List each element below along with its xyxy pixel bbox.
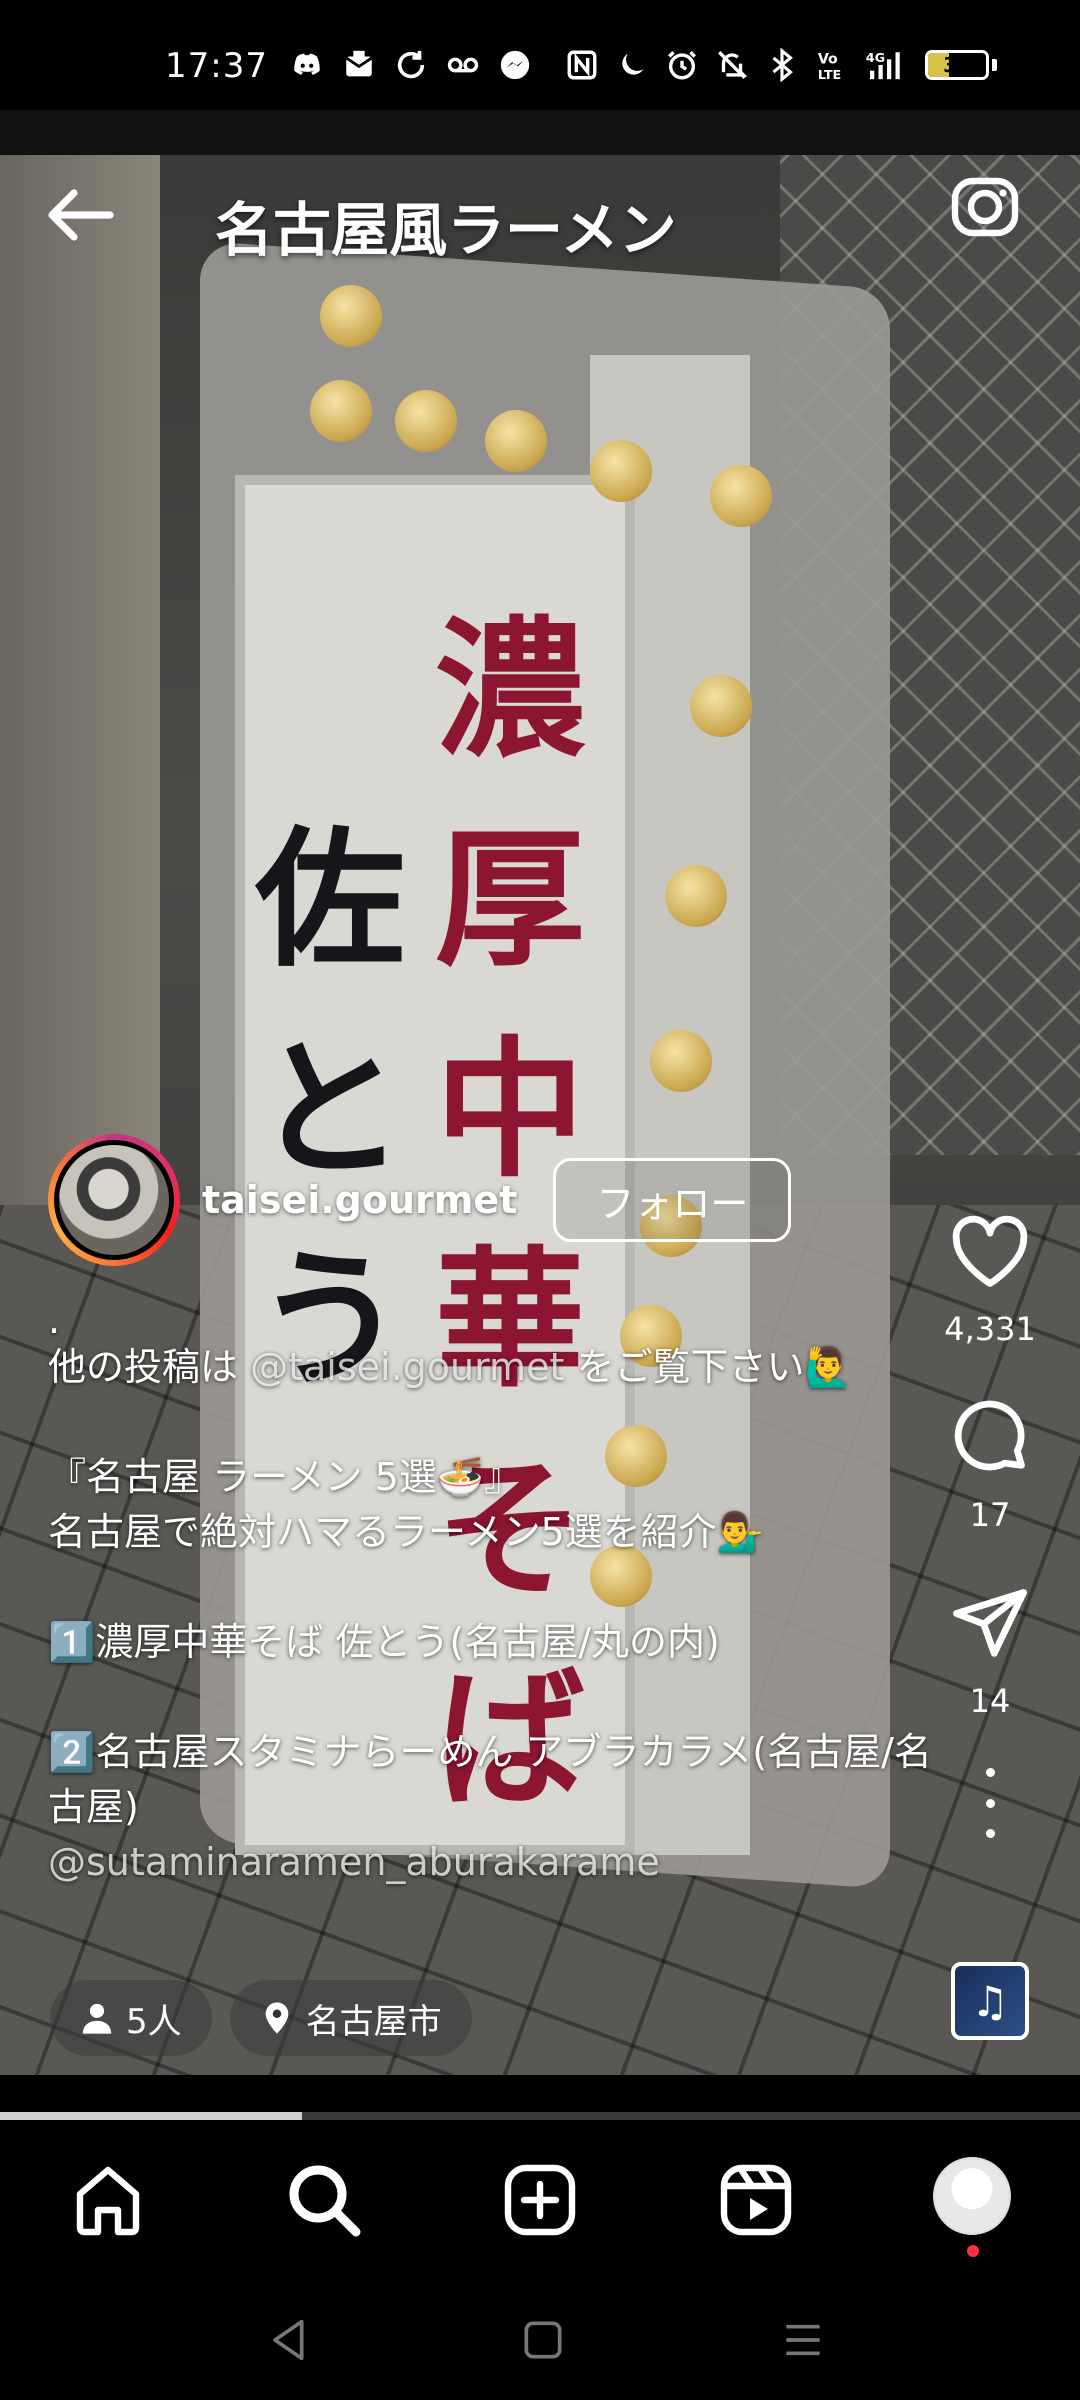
- author-avatar[interactable]: [48, 1134, 180, 1266]
- caption-text: をご覧下さい🙋‍♂️: [564, 1345, 852, 1389]
- notification-icons: [290, 48, 532, 82]
- follow-button[interactable]: フォロー: [553, 1158, 792, 1242]
- header: 名古屋風ラーメン: [0, 155, 1080, 285]
- like-count[interactable]: 4,331: [944, 1310, 1036, 1348]
- tagged-people-chip[interactable]: 5人: [50, 1980, 212, 2056]
- caption-line: 『名古屋 ラーメン 5選🍜』: [48, 1455, 523, 1499]
- search-icon[interactable]: [284, 2160, 364, 2240]
- caption-mention[interactable]: @sutaminaramen_aburakarame: [48, 1835, 948, 1890]
- bluetooth-icon: [772, 48, 793, 82]
- battery-level-text: 36: [943, 53, 971, 77]
- more-options-icon[interactable]: [980, 1768, 1000, 1838]
- home-square-icon[interactable]: [518, 2315, 568, 2365]
- messenger-icon: [500, 50, 530, 80]
- recents-menu-icon[interactable]: [778, 2315, 828, 2365]
- author-row: taisei.gourmet フォロー: [48, 1134, 792, 1266]
- status-time: 17:37: [165, 46, 268, 86]
- caption-line: 名古屋で絶対ハマるラーメン5選を紹介💁‍♂️: [48, 1510, 764, 1554]
- comment-icon[interactable]: [948, 1396, 1032, 1480]
- caption-mention[interactable]: @taisei.gourmet: [250, 1345, 564, 1389]
- home-icon[interactable]: [68, 2160, 148, 2240]
- svg-text:Vo: Vo: [818, 52, 838, 68]
- moon-icon: [622, 53, 644, 75]
- sign-bulb: [310, 380, 372, 442]
- post-tags: 5人 名古屋市: [50, 1980, 472, 2056]
- comment-count[interactable]: 17: [970, 1496, 1011, 1534]
- sign-bulb: [395, 390, 457, 452]
- camera-icon[interactable]: [945, 165, 1025, 245]
- notification-dot: [967, 2245, 979, 2257]
- location-name: 名古屋市: [305, 2001, 442, 2042]
- 4g-signal-icon: 4G: [866, 51, 900, 80]
- action-column: 4,331 17 14: [944, 1210, 1036, 1838]
- author-username[interactable]: taisei.gourmet: [202, 1178, 517, 1222]
- video-progress-fill: [0, 2112, 303, 2120]
- share-icon[interactable]: [948, 1582, 1032, 1666]
- location-chip[interactable]: 名古屋市: [229, 1980, 472, 2056]
- post-caption[interactable]: . 他の投稿は @taisei.gourmet をご覧下さい🙋‍♂️ 『名古屋 …: [48, 1300, 948, 1890]
- caption-text: 他の投稿は: [48, 1345, 251, 1389]
- reels-icon[interactable]: [716, 2160, 796, 2240]
- sign-bulb: [320, 285, 382, 347]
- caption-line: 他の投稿は @taisei.gourmet をご覧下さい🙋‍♂️: [48, 1340, 948, 1395]
- sign-bulb: [690, 675, 752, 737]
- caption-line: 1️⃣濃厚中華そば 佐とう(名古屋/丸の内): [48, 1620, 720, 1664]
- discord-icon: [294, 53, 320, 75]
- caption-dot: .: [48, 1298, 61, 1342]
- alarm-icon: [668, 51, 696, 80]
- svg-text:LTE: LTE: [818, 68, 841, 82]
- svg-text:4G: 4G: [866, 51, 885, 66]
- heart-icon[interactable]: [948, 1210, 1032, 1294]
- nfc-icon: [567, 50, 597, 80]
- sign-bulb: [710, 465, 772, 527]
- system-navigation: [0, 2280, 1080, 2400]
- sign-bulb: [665, 865, 727, 927]
- back-triangle-icon[interactable]: [265, 2315, 315, 2365]
- bottom-navigation: [0, 2120, 1080, 2280]
- battery-indicator: 36: [925, 50, 989, 80]
- status-bar: 17:37 Vo LTE 4G 36: [0, 0, 1080, 110]
- avatar-inner: [54, 1140, 174, 1260]
- tagged-people-count: 5人: [126, 2001, 182, 2042]
- back-arrow-icon[interactable]: [42, 175, 122, 255]
- mute-icon: [718, 51, 748, 79]
- profile-avatar[interactable]: [933, 2157, 1011, 2235]
- create-icon[interactable]: [500, 2160, 580, 2240]
- mail-icon: [345, 50, 373, 77]
- voicemail-icon: [447, 57, 479, 73]
- system-status-icons: Vo LTE 4G 36: [565, 48, 997, 82]
- page-title: 名古屋風ラーメン: [215, 196, 677, 264]
- avatar-image: [59, 1145, 169, 1255]
- top-spacer: [0, 110, 1080, 155]
- person-icon: [82, 2003, 112, 2034]
- share-count[interactable]: 14: [970, 1682, 1011, 1720]
- location-pin-icon: [265, 2002, 288, 2034]
- music-note-icon[interactable]: ♫: [951, 1962, 1029, 2040]
- sign-bulb: [650, 1030, 712, 1092]
- video-progress-bar[interactable]: [0, 2112, 1080, 2120]
- sign-bulb: [485, 410, 547, 472]
- volte-icon: VoLTE: [818, 52, 841, 82]
- caption-line: 2️⃣名古屋スタミナらーめん アブラカラメ(名古屋/名古屋): [48, 1730, 932, 1829]
- battery-nub: [992, 59, 997, 71]
- sync-icon: [397, 50, 425, 79]
- sign-bulb: [590, 440, 652, 502]
